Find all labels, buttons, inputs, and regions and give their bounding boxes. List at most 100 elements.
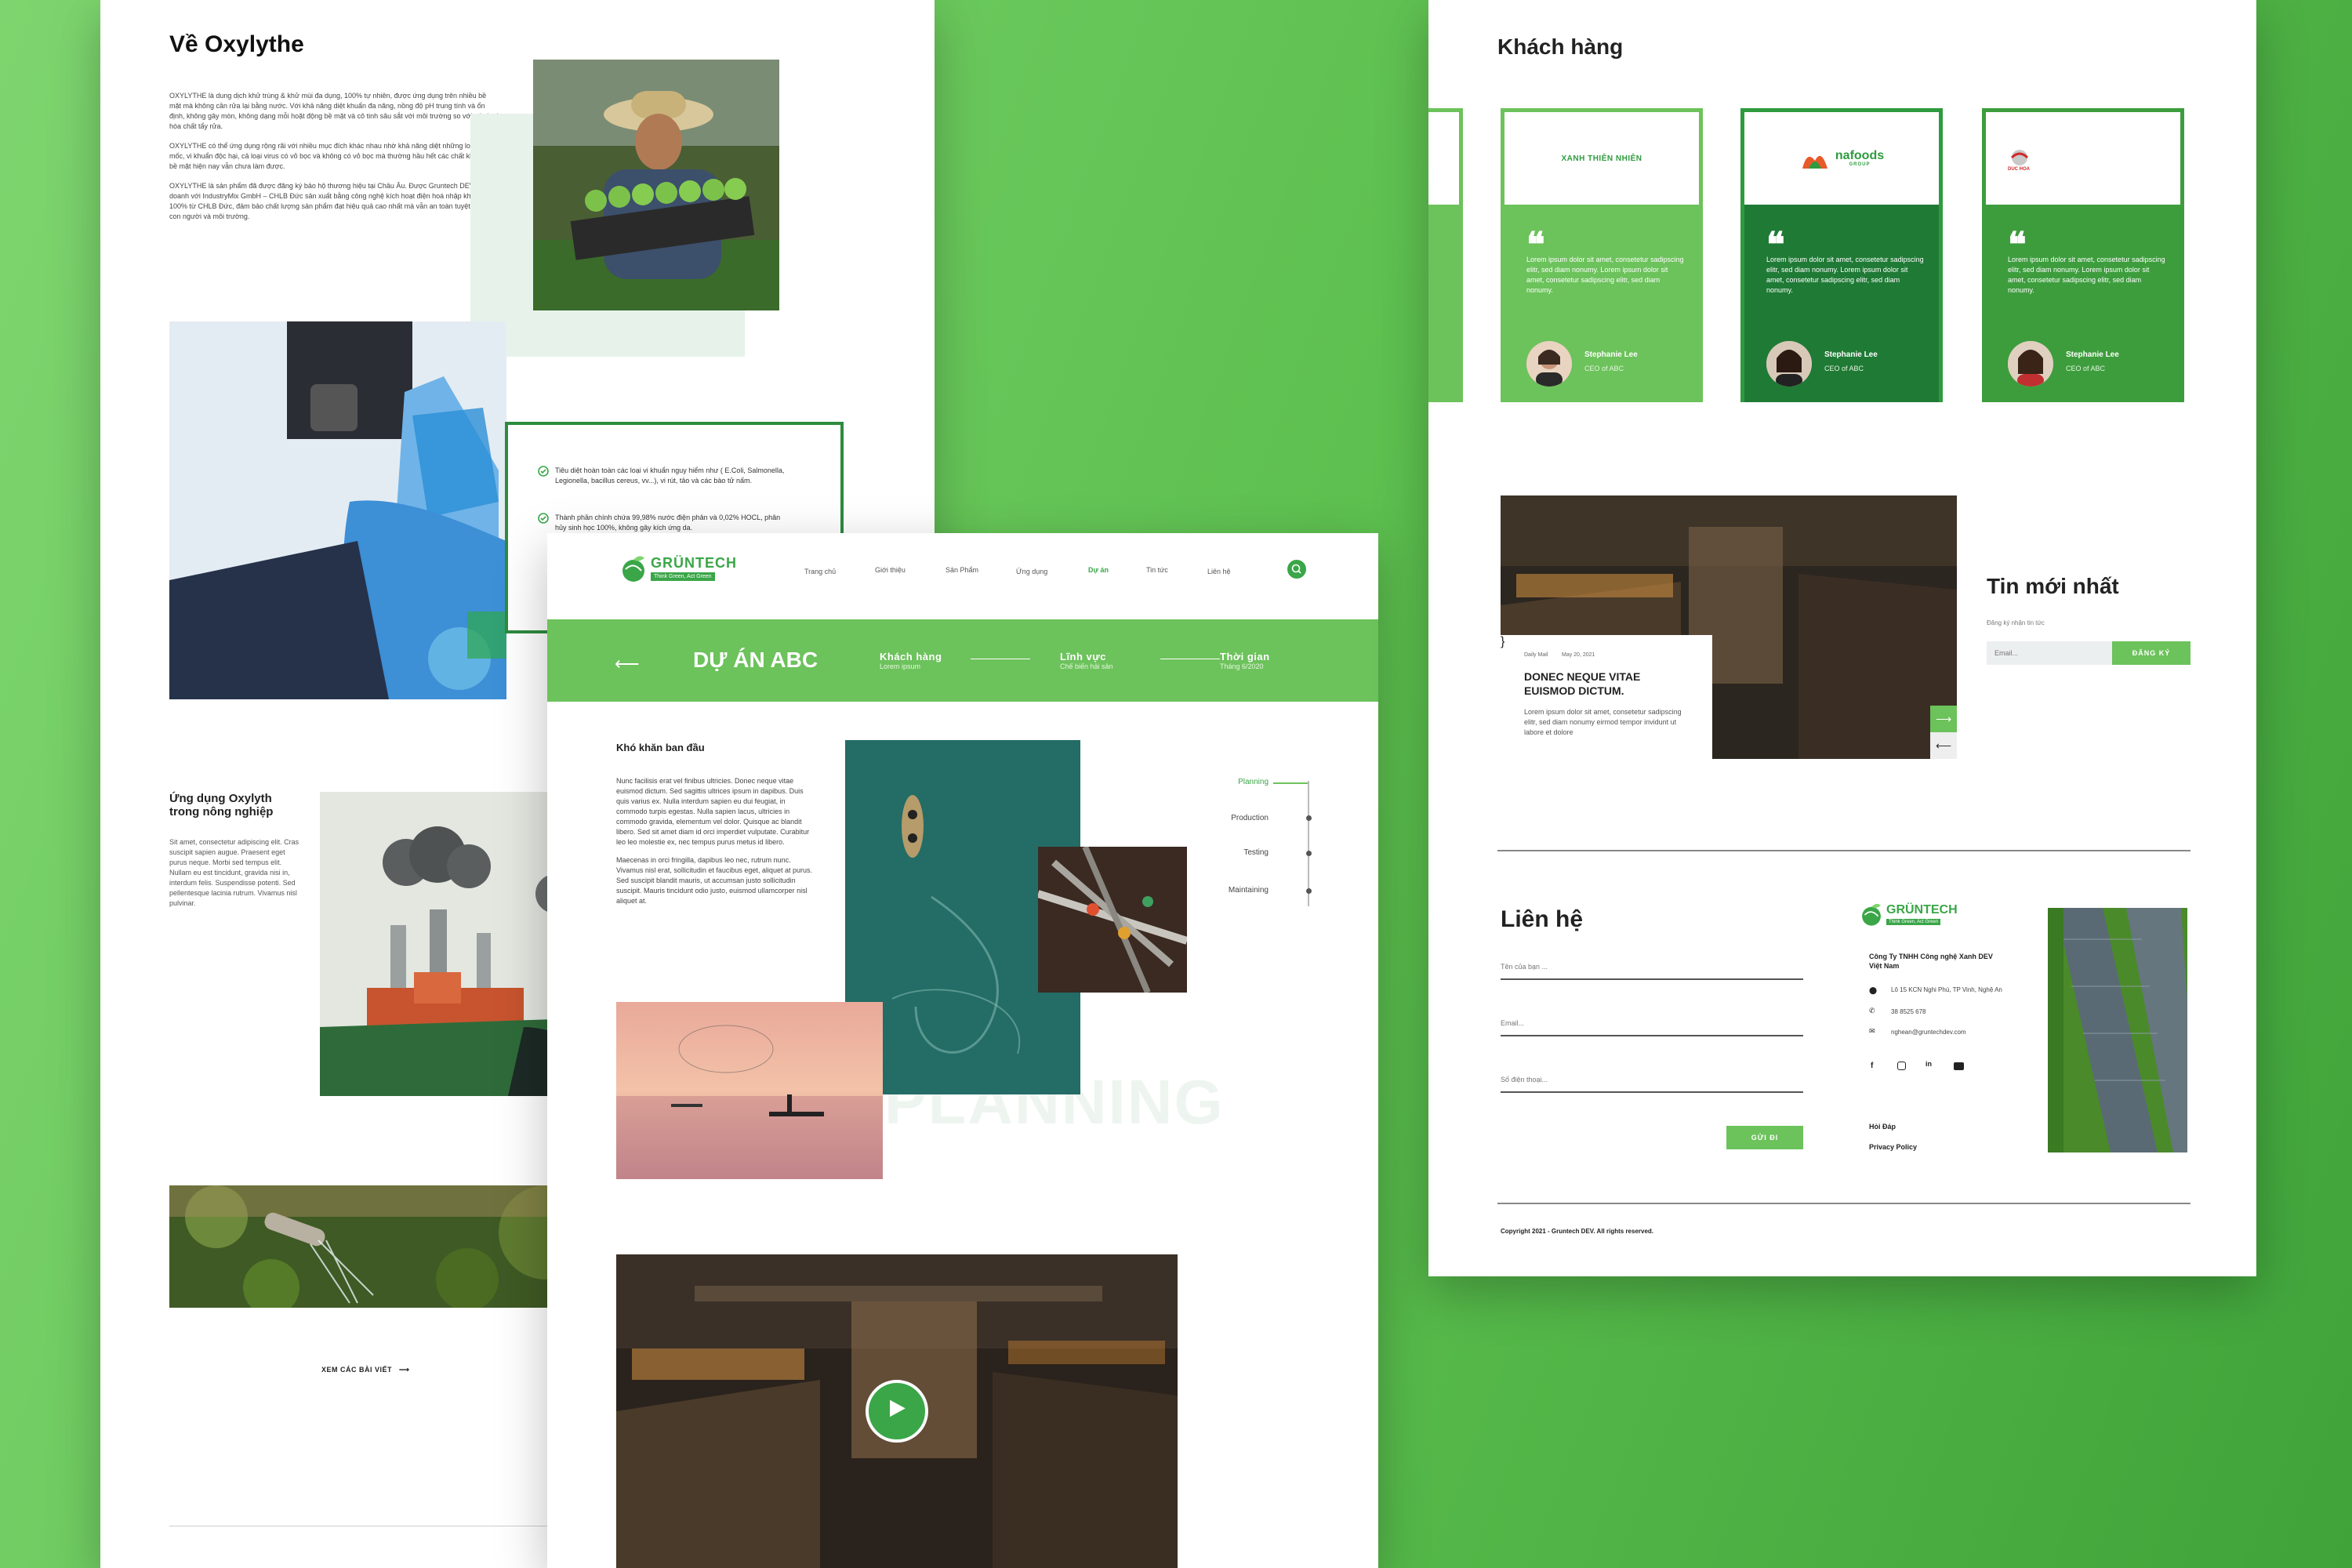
- feature-text: Tiêu diệt hoàn toàn các loại vi khuẩn ng…: [555, 466, 785, 485]
- lab-photo: [169, 321, 506, 699]
- client-quote: Lorem ipsum dolor sit amet, consetetur s…: [1526, 256, 1684, 294]
- search-icon: [1291, 564, 1301, 574]
- linkedin-icon[interactable]: in: [1926, 1060, 1932, 1068]
- nav-home[interactable]: Trang chủ: [804, 568, 836, 575]
- client-logo: XANH THIÊN NHIÊN: [1504, 112, 1699, 205]
- client-quote: Lorem ipsum dolor sit amet, consetetur s…: [2008, 256, 2165, 294]
- timeline-dot: [1306, 815, 1312, 821]
- nav-contact[interactable]: Liên hệ: [1207, 568, 1231, 575]
- facebook-icon[interactable]: f: [1871, 1062, 1873, 1070]
- arrow-right-icon: ⟶: [399, 1366, 410, 1374]
- nav-products[interactable]: Sản Phẩm: [946, 566, 978, 574]
- client-role: CEO of ABC: [2066, 365, 2106, 372]
- cables-photo: [1038, 847, 1187, 993]
- send-button[interactable]: GỬI ĐI: [1726, 1126, 1803, 1149]
- project-title: DỰ ÁN ABC: [693, 648, 818, 672]
- latest-title: Tin mới nhất: [1987, 574, 2119, 598]
- news-excerpt: Lorem ipsum dolor sit amet, consetetur s…: [1524, 708, 1682, 736]
- meta-value: Chế biến hải sản: [1060, 662, 1113, 670]
- meta-time: Thời gian Tháng 6/2020: [1220, 651, 1270, 670]
- feature-item: Tiêu diệt hoàn toàn các loại vi khuẩn ng…: [538, 466, 790, 486]
- project-page: GRÜNTECH Think Green, Act Green Trang ch…: [547, 533, 1378, 1568]
- nav-about[interactable]: Giới thiệu: [875, 566, 906, 574]
- about-text: OXYLYTHE là dung dịch khử trùng & khử mù…: [169, 91, 499, 231]
- factory-video[interactable]: [616, 1254, 1178, 1568]
- timeline-production[interactable]: Production: [1174, 814, 1269, 822]
- view-articles-link[interactable]: XEM CÁC BÀI VIẾT ⟶: [321, 1366, 409, 1374]
- client-quote: Lorem ipsum dolor sit amet, consetetur s…: [1766, 256, 1924, 294]
- meta-field: Lĩnh vực Chế biến hải sản: [1060, 651, 1113, 670]
- client-card: XANH THIÊN NHIÊN ❝ Lorem ipsum dolor sit…: [1501, 108, 1703, 402]
- client-card-partial: [1428, 108, 1463, 402]
- client-card: nafoods GROUP ❝ Lorem ipsum dolor sit am…: [1740, 108, 1943, 402]
- nav-applications[interactable]: Ứng dụng: [1016, 568, 1047, 575]
- instagram-icon[interactable]: [1897, 1062, 1906, 1070]
- brand-tagline: Think Green, Act Green: [651, 572, 715, 581]
- copyright: Copyright 2021 - Gruntech DEV. All right…: [1501, 1228, 1654, 1235]
- footer-brand-name: GRÜNTECH: [1886, 903, 1958, 916]
- meta-label: Khách hàng: [880, 651, 942, 662]
- arrow-left-icon: ⟵: [1935, 739, 1952, 752]
- email-text: nghean@gruntechdev.com: [1891, 1029, 1966, 1036]
- news-card: Daily Mail May 20, 2021 DONEC NEQUE VITA…: [1501, 635, 1712, 759]
- client-name: Stephanie Lee: [1584, 350, 1638, 359]
- client-logo-sub: GROUP: [1849, 162, 1871, 167]
- play-button[interactable]: [866, 1380, 928, 1443]
- client-logo-text: XANH THIÊN NHIÊN: [1561, 154, 1642, 163]
- phone-field[interactable]: [1501, 1068, 1803, 1093]
- back-arrow-icon[interactable]: ⟵: [615, 654, 640, 674]
- divider: [1497, 1203, 2190, 1204]
- about-paragraph: OXYLYTHE là sản phẩm đã được đăng ký bảo…: [169, 182, 494, 220]
- play-icon: [890, 1399, 906, 1417]
- client-logo: nafoods GROUP: [1744, 112, 1939, 205]
- client-name: Stephanie Lee: [1824, 350, 1878, 359]
- search-button[interactable]: [1287, 560, 1306, 579]
- feature-text: Thành phần chính chứa 99,98% nước điện p…: [555, 514, 781, 532]
- farmer-photo: [533, 60, 779, 310]
- timeline-active-line: [1273, 782, 1308, 784]
- faq-link[interactable]: Hỏi Đáp: [1869, 1123, 1896, 1131]
- news-title: DONEC NEQUE VITAE EUISMOD DICTUM.: [1524, 670, 1641, 697]
- timeline-dot: [1306, 888, 1312, 894]
- location-icon: ⬤: [1869, 986, 1878, 994]
- prev-arrow-button[interactable]: ⟵: [1930, 732, 1957, 759]
- name-field[interactable]: [1501, 955, 1803, 980]
- timeline-maintaining[interactable]: Maintaining: [1174, 886, 1269, 895]
- nav-projects[interactable]: Dự án: [1088, 566, 1109, 574]
- privacy-link[interactable]: Privacy Policy: [1869, 1143, 1917, 1151]
- phone-text: 38 8525 678: [1891, 1008, 1926, 1015]
- meta-label: Lĩnh vực: [1060, 651, 1106, 662]
- challenge-paragraph: Nunc facilisis erat vel finibus ultricie…: [616, 777, 810, 846]
- timeline-planning[interactable]: Planning: [1174, 778, 1269, 786]
- sunset-fishing-photo: [616, 1002, 883, 1179]
- solar-panels-photo: [2048, 908, 2187, 1152]
- next-arrow-button[interactable]: ⟶: [1930, 706, 1957, 732]
- site-header: GRÜNTECH Think Green, Act Green Trang ch…: [547, 533, 1378, 619]
- client-role: CEO of ABC: [1584, 365, 1624, 372]
- timeline-line: [1308, 781, 1309, 906]
- contact-title: Liên hệ: [1501, 906, 1584, 932]
- footer-brand-tagline: Think Green, Act Green: [1886, 919, 1941, 925]
- check-icon: [538, 513, 549, 524]
- about-paragraph: OXYLYTHE có thể ứng dụng rộng rãi với nh…: [169, 142, 497, 170]
- client-logo-text: nafoods: [1835, 149, 1885, 162]
- subscribe-button[interactable]: ĐĂNG KÝ: [2112, 641, 2190, 665]
- youtube-icon[interactable]: [1954, 1062, 1964, 1070]
- email-field[interactable]: [1501, 1011, 1803, 1036]
- about-paragraph: OXYLYTHE là dung dịch khử trùng & khử mù…: [169, 92, 499, 130]
- avatar: [2008, 341, 2053, 387]
- challenge-title: Khó khăn ban đầu: [616, 742, 705, 753]
- meta-value: Lorem ipsum: [880, 662, 921, 670]
- challenge-text: Nunc facilisis erat vel finibus ultricie…: [616, 776, 812, 906]
- latest-subtitle: Đăng ký nhận tin tức: [1987, 619, 2045, 626]
- home-page: Khách hàng XANH THIÊN NHIÊN ❝ Lorem ipsu…: [1428, 0, 2256, 1276]
- challenge-paragraph: Maecenas in orci fringilla, dapibus leo …: [616, 856, 812, 905]
- timeline-dot: [1306, 851, 1312, 856]
- meta-value: Tháng 6/2020: [1220, 662, 1264, 670]
- feature-item: Thành phần chính chứa 99,98% nước điện p…: [538, 513, 790, 533]
- divider: [1497, 850, 2190, 851]
- timeline-testing[interactable]: Testing: [1174, 848, 1269, 857]
- nav-news[interactable]: Tin tức: [1146, 566, 1168, 574]
- news-date: May 20, 2021: [1562, 652, 1595, 658]
- newsletter-email-input[interactable]: [1987, 641, 2112, 665]
